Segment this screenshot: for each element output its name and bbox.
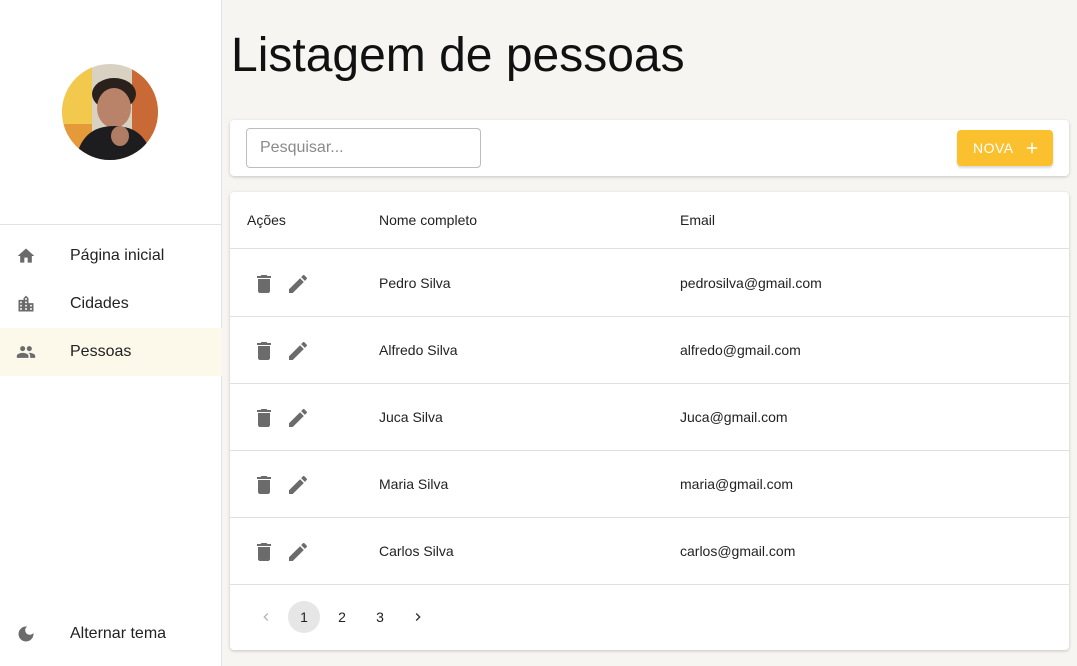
page-button-3[interactable]: 3 [364,601,396,633]
cell-name: Juca Silva [379,409,443,425]
table-row: Maria Silva maria@gmail.com [230,451,1069,518]
trash-icon [257,476,271,494]
sidebar-item-label: Pessoas [70,343,132,360]
delete-button[interactable] [252,272,276,296]
prev-page-button[interactable] [250,601,282,633]
cell-email: alfredo@gmail.com [680,342,801,358]
chevron-left-icon [263,613,269,621]
pencil-icon [289,542,308,561]
toolbar: NOVA [230,120,1069,176]
pencil-icon [289,475,308,494]
edit-button[interactable] [286,540,310,564]
delete-button[interactable] [252,406,276,430]
delete-button[interactable] [252,339,276,363]
trash-icon [257,275,271,293]
pencil-icon [289,408,308,427]
new-button[interactable]: NOVA [957,130,1053,166]
table-row: Pedro Silva pedrosilva@gmail.com [230,250,1069,317]
avatar [62,64,158,160]
moon-icon [18,626,34,642]
cell-email: Juca@gmail.com [680,409,788,425]
cell-name: Maria Silva [379,476,449,492]
theme-toggle-label: Alternar tema [70,625,167,642]
sidebar: Página inicial Cidades Pessoas Alternar … [0,0,222,666]
delete-button[interactable] [252,473,276,497]
people-icon [16,346,36,358]
sidebar-divider [0,224,222,225]
people-table: Ações Nome completo Email Pedro Silva ped… [230,192,1069,650]
page-button-1[interactable]: 1 [288,601,320,633]
table-header: Ações Nome completo Email [230,192,1069,249]
cell-name: Carlos Silva [379,543,454,559]
chevron-right-icon [415,613,421,621]
column-header-email: Email [680,212,716,228]
cell-name: Pedro Silva [379,275,451,291]
sidebar-item-cities[interactable]: Cidades [0,280,222,328]
delete-button[interactable] [252,540,276,564]
city-icon [18,295,34,312]
cell-email: carlos@gmail.com [680,543,796,559]
trash-icon [257,543,271,561]
trash-icon [257,342,271,360]
table-row: Carlos Silva carlos@gmail.com [230,518,1069,585]
theme-toggle[interactable]: Alternar tema [0,610,222,658]
sidebar-item-label: Página inicial [70,247,165,264]
page-button-2[interactable]: 2 [326,601,358,633]
sidebar-item-people[interactable]: Pessoas [0,328,222,376]
new-button-label: NOVA [973,140,1014,156]
cell-email: pedrosilva@gmail.com [680,275,822,291]
sidebar-item-home[interactable]: Página inicial [0,232,222,280]
table-row: Alfredo Silva alfredo@gmail.com [230,317,1069,384]
edit-button[interactable] [286,473,310,497]
edit-button[interactable] [286,272,310,296]
table-row: Juca Silva Juca@gmail.com [230,384,1069,451]
trash-icon [257,409,271,427]
home-icon [17,248,35,263]
plus-icon [1026,142,1038,154]
column-header-actions: Ações [247,212,286,228]
pencil-icon [289,341,308,360]
next-page-button[interactable] [402,601,434,633]
cell-name: Alfredo Silva [379,342,458,358]
pagination: 1 2 3 [230,601,530,633]
sidebar-item-label: Cidades [70,295,129,312]
edit-button[interactable] [286,339,310,363]
column-header-name: Nome completo [379,212,478,228]
search-input[interactable] [246,128,481,168]
edit-button[interactable] [286,406,310,430]
cell-email: maria@gmail.com [680,476,794,492]
pencil-icon [289,274,308,293]
page-title: Listagem de pessoas [231,29,685,82]
